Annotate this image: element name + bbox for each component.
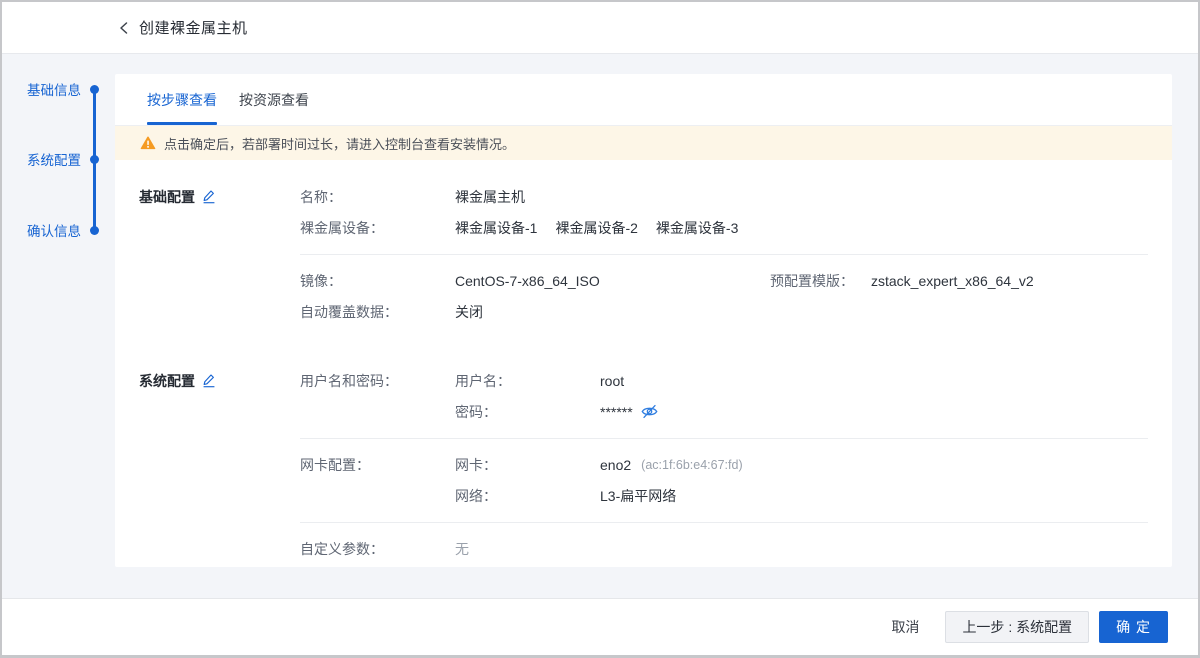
page-title: 创建裸金属主机: [139, 17, 248, 38]
review-panel: 按步骤查看 按资源查看 点击确定后，若部署时间过长，请进入控制台查看安装情况。 …: [115, 74, 1172, 567]
page-body: 基础信息 系统配置 确认信息 按步骤查看 按资源查看: [2, 54, 1198, 598]
step-item-confirm-info[interactable]: 确认信息: [27, 220, 99, 240]
page-header: 创建裸金属主机: [2, 2, 1198, 54]
back-button[interactable]: [115, 19, 133, 37]
confirm-button[interactable]: 确 定: [1099, 611, 1168, 643]
username-label: 用户名：: [455, 371, 511, 391]
cancel-button[interactable]: 取消: [891, 617, 919, 637]
edit-system-config-button[interactable]: [202, 373, 216, 388]
row-network: 网络： L3-扁平网络: [139, 480, 1148, 511]
row-overwrite: 自动覆盖数据： 关闭: [139, 296, 1148, 327]
divider: [300, 254, 1148, 255]
row-devices: 裸金属设备： 裸金属设备-1 裸金属设备-2 裸金属设备-3: [139, 212, 1148, 243]
edit-pencil-icon: [202, 373, 216, 388]
nic-value-wrap: eno2 (ac:1f:6b:e4:67:fd): [600, 457, 743, 473]
image-value: CentOS-7-x86_64_ISO: [455, 273, 600, 289]
section-title-text: 系统配置: [139, 371, 195, 391]
overwrite-label: 自动覆盖数据：: [300, 302, 398, 322]
password-label: 密码：: [455, 402, 497, 422]
devices-value: 裸金属设备-1 裸金属设备-2 裸金属设备-3: [455, 218, 738, 238]
nic-group-label: 网卡配置：: [300, 455, 370, 475]
edit-pencil-icon: [202, 189, 216, 204]
password-masked-value: ******: [600, 404, 633, 420]
row-nic: 网卡配置： 网卡： eno2 (ac:1f:6b:e4:67:fd): [139, 449, 1148, 480]
row-name: 基础配置 名称： 裸金属主机: [139, 181, 1148, 212]
devices-label: 裸金属设备：: [300, 218, 384, 238]
image-label: 镜像：: [300, 271, 342, 291]
row-password: 密码： ******: [139, 396, 1148, 427]
name-value: 裸金属主机: [455, 187, 525, 207]
nic-mac-address: (ac:1f:6b:e4:67:fd): [641, 458, 742, 472]
password-value-wrap: ******: [600, 404, 658, 420]
custom-params-value: 无: [455, 539, 469, 559]
eye-slash-icon: [641, 404, 658, 419]
step-label: 确认信息: [27, 220, 81, 240]
tab-view-by-resource[interactable]: 按资源查看: [239, 74, 309, 125]
review-content: 基础配置 名称： 裸金属主机 裸金属设备：: [115, 160, 1172, 564]
step-dot-icon: [90, 226, 99, 235]
divider: [300, 438, 1148, 439]
alert-banner: 点击确定后，若部署时间过长，请进入控制台查看安装情况。: [115, 126, 1172, 160]
step-label: 基础信息: [27, 79, 81, 99]
row-username: 系统配置 用户名和密码： 用户名： root: [139, 365, 1148, 396]
nic-label: 网卡：: [455, 455, 497, 475]
network-value: L3-扁平网络: [600, 486, 676, 506]
view-tabbar: 按步骤查看 按资源查看: [115, 74, 1172, 126]
row-custom-params: 自定义参数： 无: [139, 533, 1148, 564]
step-item-basic-info[interactable]: 基础信息: [27, 79, 99, 99]
step-item-system-config[interactable]: 系统配置: [27, 149, 99, 169]
alert-message: 点击确定后，若部署时间过长，请进入控制台查看安装情况。: [164, 134, 515, 153]
footer-actions: 取消 上一步 : 系统配置 确 定: [2, 598, 1198, 655]
steps-nav: 基础信息 系统配置 确认信息: [2, 54, 115, 598]
row-image-template: 镜像： CentOS-7-x86_64_ISO 预配置模版： zstack_ex…: [139, 265, 1148, 296]
create-baremetal-host-page: 创建裸金属主机 基础信息 系统配置 确认信息 按步骤查看 按资源查看: [0, 0, 1200, 658]
step-dot-icon: [90, 85, 99, 94]
username-value: root: [600, 373, 624, 389]
template-value: zstack_expert_x86_64_v2: [871, 273, 1034, 289]
prev-step-button[interactable]: 上一步 : 系统配置: [945, 611, 1089, 643]
toggle-password-visibility-button[interactable]: [641, 404, 658, 419]
device-item: 裸金属设备-1: [455, 218, 537, 238]
nic-value: eno2: [600, 457, 631, 473]
divider: [300, 522, 1148, 523]
edit-basic-config-button[interactable]: [202, 189, 216, 204]
overwrite-value: 关闭: [455, 302, 483, 322]
name-label: 名称：: [300, 187, 342, 207]
custom-params-label: 自定义参数：: [300, 539, 384, 559]
template-label: 预配置模版：: [770, 271, 854, 291]
section-title-text: 基础配置: [139, 187, 195, 207]
network-label: 网络：: [455, 486, 497, 506]
credentials-label: 用户名和密码：: [300, 371, 398, 391]
chevron-left-icon: [118, 21, 130, 35]
section-gap: [139, 327, 1148, 365]
device-item: 裸金属设备-3: [656, 218, 738, 238]
tab-view-by-step[interactable]: 按步骤查看: [147, 74, 217, 125]
step-label: 系统配置: [27, 149, 81, 169]
warning-icon: [140, 136, 156, 150]
section-title-basic-config: 基础配置: [139, 187, 216, 207]
section-title-system-config: 系统配置: [139, 371, 216, 391]
step-dot-icon: [90, 155, 99, 164]
device-item: 裸金属设备-2: [555, 218, 637, 238]
